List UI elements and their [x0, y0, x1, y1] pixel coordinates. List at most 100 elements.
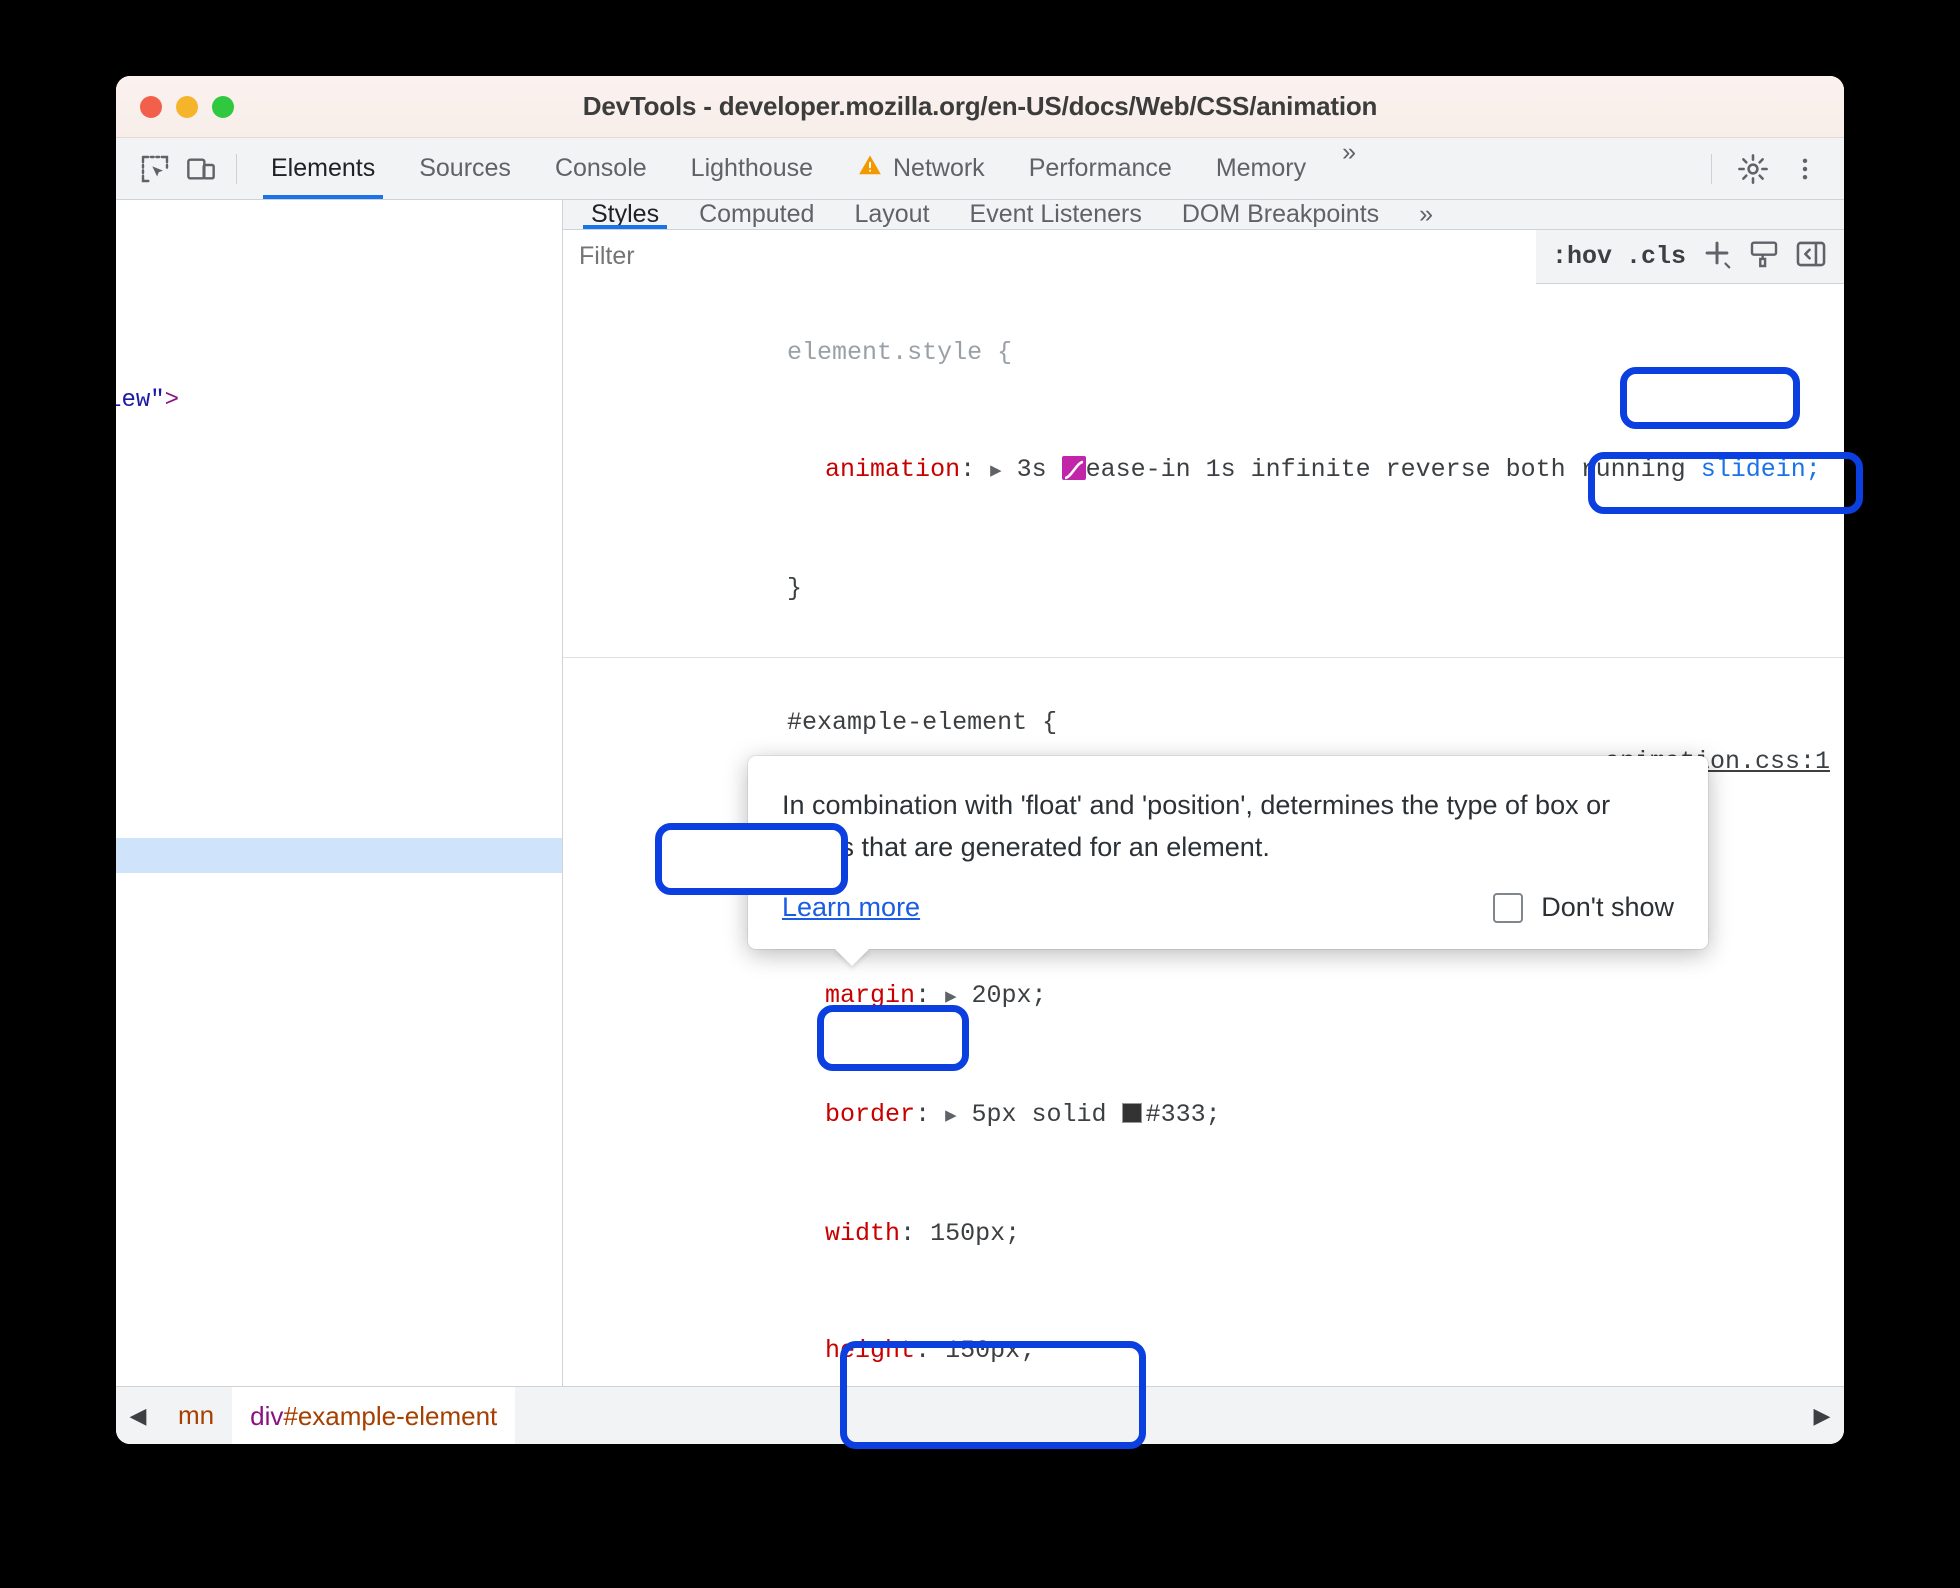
tab-layout[interactable]: Layout: [834, 200, 949, 229]
css-property-tooltip: In combination with 'float' and 'positio…: [748, 756, 1708, 949]
dom-tree-node[interactable]: ▶flex: [116, 453, 562, 488]
dom-tree-node[interactable]: ▶text: [116, 663, 562, 698]
expand-border-icon[interactable]: ▶: [945, 1105, 956, 1127]
easing-curve-icon[interactable]: [1061, 456, 1086, 480]
dom-tree-node[interactable]: ▼<section class="preview">: [116, 383, 562, 418]
expand-animation-icon[interactable]: ▶: [990, 460, 1001, 482]
declaration-animation[interactable]: animation: ▶ 3s ease-in 1s infinite reve…: [563, 411, 1844, 530]
tab-console[interactable]: Console: [533, 138, 669, 199]
dom-tree-node[interactable]: ▶<div class=: [116, 1013, 562, 1048]
kebab-menu-icon[interactable]: [1782, 147, 1828, 191]
gear-icon[interactable]: [1730, 147, 1776, 191]
dom-tree-node[interactable]: ▶<p>…</p>: [116, 628, 562, 663]
declaration-margin[interactable]: margin: ▶ 20px;: [563, 937, 1844, 1056]
color-swatch-border[interactable]: [1121, 1103, 1142, 1123]
dom-tree-node[interactable]: ▶: [116, 838, 562, 873]
breadcrumb-item-current[interactable]: div#example-element: [232, 1387, 516, 1444]
dom-tree-node[interactable]: ▼<body>: [116, 348, 562, 383]
toggle-sidebar-icon[interactable]: [1794, 237, 1828, 276]
dont-show-checkbox[interactable]: [1493, 892, 1524, 923]
paintbrush-icon[interactable]: [1748, 238, 1780, 275]
styles-filter-input[interactable]: [563, 229, 1536, 284]
tab-styles[interactable]: Styles: [571, 200, 679, 229]
dom-node-markup: <section class="preview">: [116, 387, 180, 414]
keyframes-link-slidein[interactable]: slidein;: [1701, 455, 1821, 484]
device-toolbar-icon[interactable]: [178, 147, 224, 191]
expand-margin-icon[interactable]: ▶: [945, 986, 956, 1008]
tab-performance[interactable]: Performance: [1007, 138, 1194, 199]
tab-network[interactable]: Network: [835, 138, 1007, 199]
dom-tree-node[interactable]: ▶<div class="a">: [116, 523, 562, 558]
devtools-panel-tabs: Elements Sources Console Lighthouse Netw…: [249, 138, 1367, 199]
toggle-pseudo-classes-button[interactable]: :hov: [1552, 242, 1612, 271]
window-controls: [140, 95, 234, 118]
dom-tree-node[interactable]: ▼<html lang="en">: [116, 278, 562, 313]
styles-more-tabs-icon[interactable]: »: [1399, 200, 1450, 229]
dom-tree-node[interactable]: ▶<header>…</header>: [116, 418, 562, 453]
rule-element-style-close: }: [787, 574, 803, 603]
tab-event-listeners-label: Event Listeners: [969, 200, 1142, 228]
dom-tree-node[interactable]: ▶<script>: [116, 1118, 562, 1153]
dom-tree-scroll: ▼#document▶<!DOCTYPE html>▼<html lang="e…: [116, 208, 562, 1258]
dom-tree-node[interactable]: ▶<head>…</head>: [116, 313, 562, 348]
breadcrumb-id: #example-element: [283, 1400, 498, 1431]
dom-tree-node[interactable]: ▶<script>: [116, 1083, 562, 1118]
dom-tree-node[interactable]: ▶</iframe>: [116, 1223, 562, 1258]
toolbar-right-actions: [1699, 147, 1828, 191]
dom-tree-node[interactable]: ▶e">Code: [116, 1048, 562, 1083]
more-panels-icon[interactable]: »: [1328, 138, 1367, 199]
maximize-window-button[interactable]: [212, 95, 234, 118]
dom-tree-node[interactable]: ▶</html>: [116, 1188, 562, 1223]
tab-event-listeners[interactable]: Event Listeners: [950, 200, 1162, 229]
dom-tree-node[interactable]: ▶</body>: [116, 1153, 562, 1188]
dom-tree-node[interactable]: ▶</div>: [116, 943, 562, 978]
left-arrow-icon: ◀: [129, 1402, 147, 1428]
window-title: DevTools - developer.mozilla.org/en-US/d…: [582, 91, 1378, 121]
breadcrumb-item-0-label: mn: [178, 1400, 215, 1430]
minimize-window-button[interactable]: [176, 95, 198, 118]
tab-elements-label: Elements: [271, 154, 376, 182]
dom-tree-node[interactable]: ▶<!DOCTYPE html>: [116, 243, 562, 278]
tab-lighthouse[interactable]: Lighthouse: [669, 138, 835, 199]
breadcrumb-scroll-left-button[interactable]: ◀: [116, 1403, 160, 1429]
dom-tree-node[interactable]: ▶<nav>…</nav>: [116, 488, 562, 523]
rule-element-style[interactable]: element.style { animation: ▶ 3s ease-in …: [563, 288, 1844, 658]
toggle-element-classes-button[interactable]: .cls: [1626, 242, 1686, 271]
dom-tree-node[interactable]: ▶</section>: [116, 978, 562, 1013]
tab-elements[interactable]: Elements: [249, 138, 397, 199]
breadcrumb-scroll-right-button[interactable]: ▶: [1800, 1403, 1844, 1429]
window-titlebar: DevTools - developer.mozilla.org/en-US/d…: [116, 76, 1844, 138]
tab-memory[interactable]: Memory: [1194, 138, 1328, 199]
dom-tree-node[interactable]: ▼#document: [116, 208, 562, 243]
dom-tree-node[interactable]: ▶<div>: [116, 908, 562, 943]
devtools-toolbar: Elements Sources Console Lighthouse Netw…: [116, 138, 1844, 200]
dom-tree-node[interactable]: ▶: [116, 873, 562, 908]
tab-computed-label: Computed: [699, 200, 815, 228]
declaration-height[interactable]: height: 150px;: [563, 1292, 1844, 1386]
dom-tree-node[interactable]: ▶—box: [116, 593, 562, 628]
breadcrumb-item-0[interactable]: mn: [160, 1400, 232, 1431]
tab-sources-label: Sources: [419, 154, 511, 182]
tab-computed[interactable]: Computed: [679, 200, 834, 229]
dom-tree-node[interactable]: ▶…: [116, 733, 562, 768]
declaration-border[interactable]: border: ▶ 5px solid #333;: [563, 1056, 1844, 1175]
tab-memory-label: Memory: [1215, 154, 1307, 182]
tab-performance-label: Performance: [1028, 154, 1172, 182]
dom-tree-node[interactable]: ▼<div id="b">: [116, 558, 562, 593]
dont-show-checkbox-row[interactable]: Don't show: [1493, 892, 1674, 923]
tab-dom-breakpoints[interactable]: DOM Breakpoints: [1162, 200, 1399, 229]
close-window-button[interactable]: [140, 95, 162, 118]
screenshot-root: DevTools - developer.mozilla.org/en-US/d…: [0, 0, 1960, 1588]
learn-more-link[interactable]: Learn more: [782, 892, 920, 923]
tab-sources[interactable]: Sources: [397, 138, 533, 199]
tab-network-label: Network: [893, 154, 985, 182]
dom-tree-panel[interactable]: ▼#document▶<!DOCTYPE html>▼<html lang="e…: [116, 200, 563, 1386]
tab-layout-label: Layout: [854, 200, 930, 228]
inspect-element-icon[interactable]: [132, 147, 178, 191]
dom-tree-node[interactable]: ▼<style>: [116, 698, 562, 733]
dom-breadcrumb-bar: ◀ mn div#example-element ▶: [116, 1386, 1844, 1444]
dom-tree-node[interactable]: ▶: [116, 803, 562, 838]
declaration-width[interactable]: width: 150px;: [563, 1175, 1844, 1292]
new-style-rule-button[interactable]: [1700, 236, 1734, 278]
dom-tree-node[interactable]: ▶}: [116, 768, 562, 803]
